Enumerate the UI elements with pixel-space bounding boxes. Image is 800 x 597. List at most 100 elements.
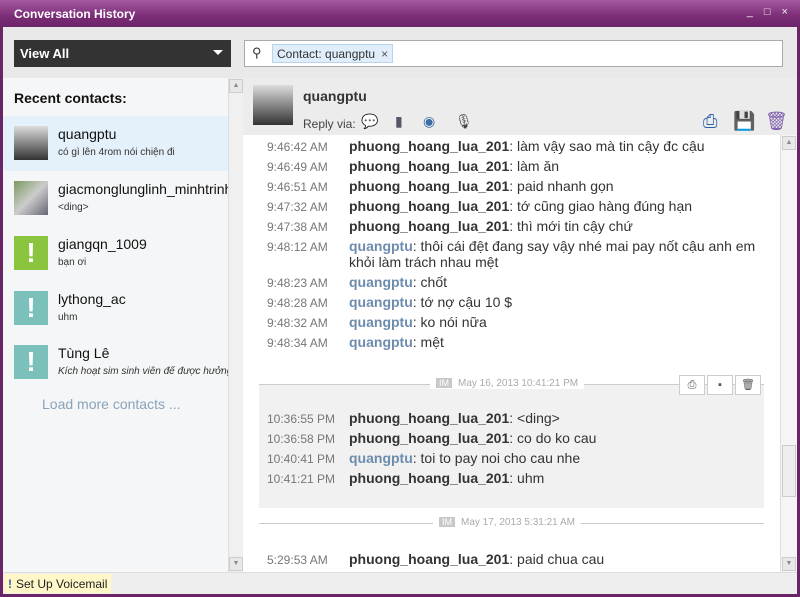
avatar <box>14 126 48 160</box>
set-up-voicemail-button[interactable]: ! Set Up Voicemail <box>4 574 112 593</box>
message-body: : chốt <box>412 274 448 290</box>
message-history: 9:46:42 AM phuong_hoang_lua_201: làm vậy … <box>243 135 780 572</box>
search-icon: ⚲ <box>252 45 262 60</box>
message-body: : ko nói nữa <box>412 314 487 330</box>
contact-name: lythong_ac <box>58 291 126 307</box>
sender-name: phuong_hoang_lua_201 <box>349 470 510 486</box>
scroll-up-icon[interactable]: ▲ <box>782 136 796 150</box>
message-text: phuong_hoang_lua_201: <ding> <box>349 410 769 426</box>
conversation-header: quangptu Reply via: 💬 ▮ ◉ 🎙 ⎙ 💾 🗑 <box>243 78 797 135</box>
contact-name: Tùng Lê <box>58 345 110 361</box>
message-text: phuong_hoang_lua_201: paid nhanh gọn <box>349 178 769 194</box>
scroll-down-icon[interactable]: ▼ <box>782 557 796 571</box>
chevron-down-icon <box>213 50 223 55</box>
voicemail-icon: ! <box>8 577 12 591</box>
contact-item[interactable]: ! Tùng Lê Kích hoạt sim sinh viên để đượ… <box>3 335 228 390</box>
message-text: quangptu: mệt <box>349 334 769 350</box>
message-body: : tớ cũng giao hàng đúng hạn <box>509 198 693 214</box>
contact-item[interactable]: ! lythong_ac uhm <box>3 281 228 336</box>
im-badge: IM <box>436 378 452 388</box>
save-icon[interactable]: ▪ <box>707 375 733 395</box>
message-time: 10:41:21 PM <box>267 472 336 486</box>
sender-name: quangptu <box>349 334 413 350</box>
window-controls[interactable]: _ □ × <box>747 6 792 18</box>
message-time: 9:46:51 AM <box>267 180 328 194</box>
session-date-text: May 17, 2013 5:31:21 AM <box>461 517 575 528</box>
window-title: Conversation History <box>14 7 136 21</box>
session-block <box>259 384 764 508</box>
print-icon[interactable]: ⎙ <box>679 375 705 395</box>
message-time: 10:36:58 PM <box>267 432 336 446</box>
message-text: phuong_hoang_lua_201: co do ko cau <box>349 430 769 446</box>
contact-last-message: uhm <box>58 312 78 323</box>
reply-via-label: Reply via: <box>303 117 356 131</box>
session-date: IM May 17, 2013 5:31:21 AM <box>433 517 581 528</box>
delete-icon[interactable]: 🗑 <box>765 111 788 132</box>
load-more-contacts-link[interactable]: Load more contacts ... <box>42 396 181 412</box>
contact-name: giangqn_1009 <box>58 236 147 252</box>
session-date: IM May 16, 2013 10:41:21 PM <box>430 378 585 389</box>
sender-name: phuong_hoang_lua_201 <box>349 138 510 154</box>
sender-name: phuong_hoang_lua_201 <box>349 158 510 174</box>
message-text: phuong_hoang_lua_201: làm vậy sao mà tin… <box>349 138 769 154</box>
search-input[interactable]: ⚲ Contact: quangptu × <box>244 40 783 67</box>
sender-name: phuong_hoang_lua_201 <box>349 218 510 234</box>
default-avatar-icon: ! <box>14 236 48 270</box>
im-reply-icon[interactable]: 💬 <box>361 113 378 130</box>
status-bar: ! Set Up Voicemail <box>3 572 797 594</box>
avatar <box>14 181 48 215</box>
sidebar-scrollbar[interactable]: ▲ ▼ <box>228 78 243 572</box>
search-filter-chip: Contact: quangptu × <box>272 44 394 63</box>
message-text: quangptu: chốt <box>349 274 769 290</box>
scroll-down-icon[interactable]: ▼ <box>229 557 243 571</box>
webcam-icon[interactable]: ◉ <box>423 113 435 130</box>
contacts-sidebar: Recent contacts: quangptu có gì lên 4rom… <box>3 78 228 572</box>
contact-name: giacmonglunglinh_minhtrinh <box>58 181 228 197</box>
sender-name: quangptu <box>349 450 413 466</box>
contact-item[interactable]: giacmonglunglinh_minhtrinh <ding> <box>3 171 228 226</box>
message-time: 9:48:23 AM <box>267 276 328 290</box>
sender-name: quangptu <box>349 294 413 310</box>
phone-icon[interactable]: ▮ <box>395 113 403 130</box>
sidebar-heading: Recent contacts: <box>14 90 127 106</box>
im-badge: IM <box>439 517 455 527</box>
scroll-up-icon[interactable]: ▲ <box>229 79 243 93</box>
message-body: : <ding> <box>509 410 560 426</box>
message-text: phuong_hoang_lua_201: làm ăn <box>349 158 769 174</box>
contact-last-message: bạn ơi <box>58 257 87 268</box>
delete-icon[interactable]: 🗑 <box>735 375 761 395</box>
message-body: : làm ăn <box>509 158 560 174</box>
client-area: View All ⚲ Contact: quangptu × Recent con… <box>3 27 797 594</box>
message-text: quangptu: toi to pay noi cho cau nhe <box>349 450 769 466</box>
message-body: : co do ko cau <box>509 430 597 446</box>
print-icon[interactable]: ⎙ <box>703 111 717 132</box>
scroll-thumb[interactable] <box>782 445 796 497</box>
sender-name: quangptu <box>349 314 413 330</box>
contact-item[interactable]: quangptu có gì lên 4rom nói chiện đi <box>3 116 228 171</box>
save-icon[interactable]: 💾 <box>733 111 755 132</box>
default-avatar-icon: ! <box>14 291 48 325</box>
sender-name: phuong_hoang_lua_201 <box>349 410 510 426</box>
view-filter-value: View All <box>20 46 70 61</box>
close-icon[interactable]: × <box>381 47 388 61</box>
message-text: phuong_hoang_lua_201: paid chua cau <box>349 551 769 567</box>
microphone-icon[interactable]: 🎙 <box>455 113 473 130</box>
sender-name: phuong_hoang_lua_201 <box>349 430 510 446</box>
view-filter-dropdown[interactable]: View All <box>14 40 231 67</box>
title-bar: Conversation History <box>0 0 800 27</box>
message-body: : uhm <box>509 470 545 486</box>
default-avatar-icon: ! <box>14 345 48 379</box>
message-body: : toi to pay noi cho cau nhe <box>412 450 581 466</box>
message-time: 9:47:32 AM <box>267 200 328 214</box>
contact-last-message: Kích hoạt sim sinh viên để được hưởng <box>58 366 228 377</box>
sender-name: phuong_hoang_lua_201 <box>349 551 510 567</box>
voicemail-label: Set Up Voicemail <box>16 577 108 591</box>
message-time: 9:46:49 AM <box>267 160 328 174</box>
contact-last-message: <ding> <box>58 202 89 213</box>
message-time: 10:40:41 PM <box>267 452 336 466</box>
message-time: 10:36:55 PM <box>267 412 336 426</box>
message-text: phuong_hoang_lua_201: uhm <box>349 470 769 486</box>
sender-name: quangptu <box>349 238 413 254</box>
contact-item[interactable]: ! giangqn_1009 bạn ơi <box>3 226 228 281</box>
messages-scrollbar[interactable]: ▲ ▼ <box>780 135 797 572</box>
